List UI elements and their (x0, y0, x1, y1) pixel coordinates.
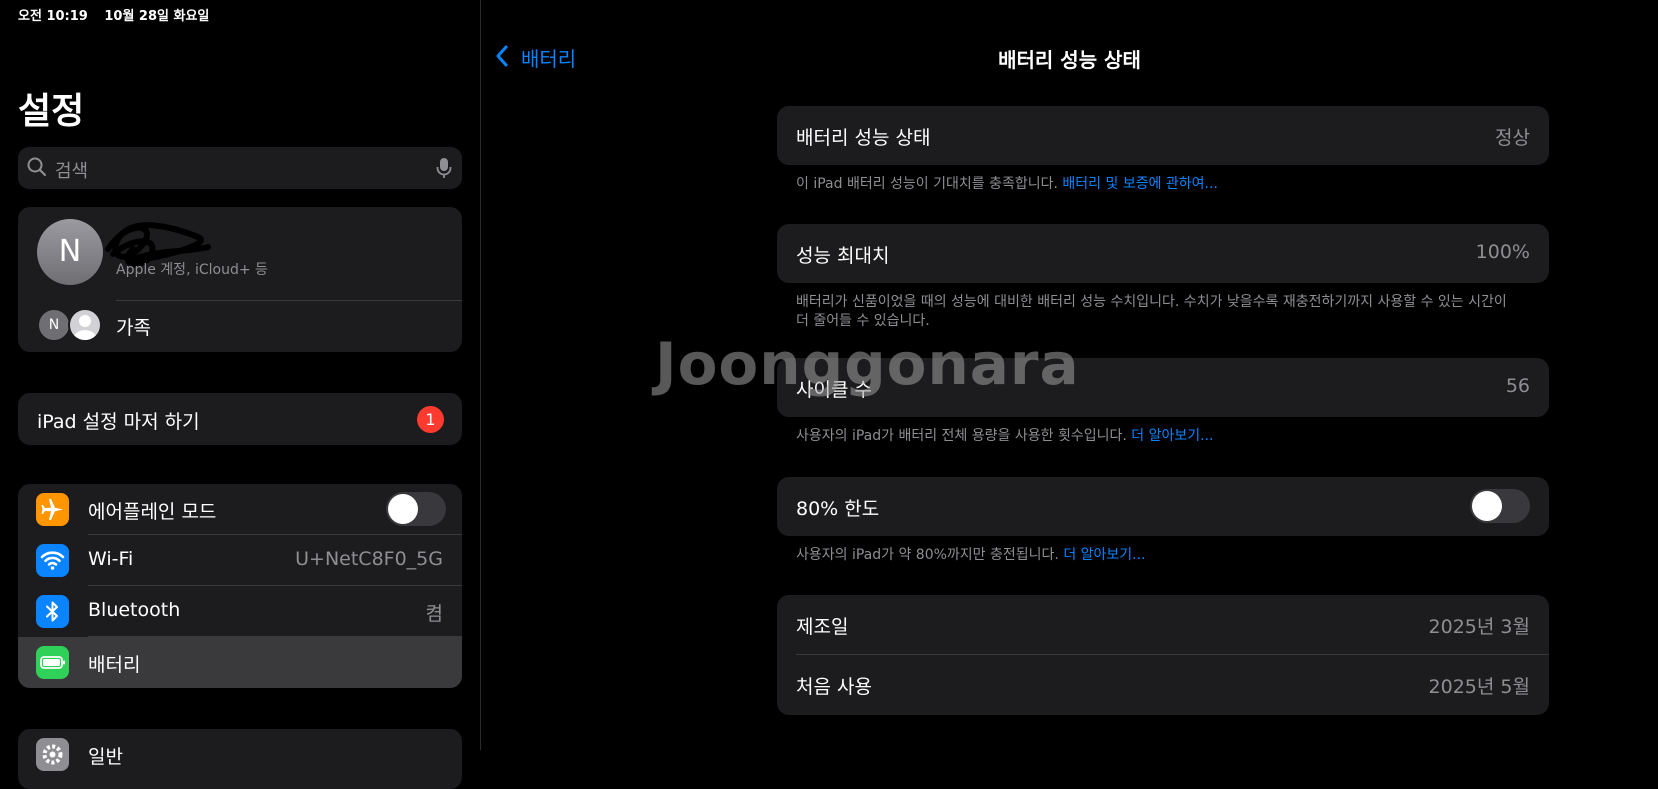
sidebar-item-label: 배터리 (88, 654, 141, 676)
account-subtitle: Apple 계정, iCloud+ 등 (116, 262, 268, 278)
sidebar-item-airplane-mode[interactable]: 에어플레인 모드 (18, 484, 462, 535)
footer-text: 이 iPad 배터리 성능이 기대치를 충족합니다. (796, 176, 1058, 192)
battery-health-row: 배터리 성능 상태 정상 (777, 106, 1549, 165)
notification-badge: 1 (417, 406, 444, 433)
search-placeholder: 검색 (55, 161, 89, 182)
footer-text: 사용자의 iPad가 약 80%까지만 충전됩니다. (796, 547, 1059, 563)
separator (796, 654, 1549, 655)
page-title: 설정 (18, 91, 85, 132)
sidebar-item-bluetooth[interactable]: Bluetooth 켬 (18, 586, 462, 637)
battery-icon (36, 646, 69, 679)
battery-health-label: 배터리 성능 상태 (796, 127, 931, 149)
learn-more-link[interactable]: 더 알아보기... (1063, 547, 1145, 563)
cycle-count-value: 56 (1505, 375, 1530, 397)
learn-more-link[interactable]: 더 알아보기... (1131, 428, 1213, 444)
battery-health-footer: 이 iPad 배터리 성능이 기대치를 충족합니다. 배터리 및 보증에 관하여… (796, 175, 1516, 194)
cycle-count-label: 사이클 수 (796, 379, 872, 401)
person-icon (73, 315, 97, 340)
settings-sidebar: 오전 10:19 10월 28일 화요일 설정 검색 N Apple 계정, i… (0, 0, 480, 789)
battery-health-value: 정상 (1495, 127, 1530, 149)
charge-limit-label: 80% 한도 (796, 498, 880, 520)
toggle-knob (388, 494, 418, 524)
battery-health-detail: 배터리 배터리 성능 상태 배터리 성능 상태 정상 이 iPad 배터리 성능… (481, 0, 1658, 750)
wifi-icon (36, 544, 69, 577)
manufacture-date-value: 2025년 3월 (1428, 616, 1530, 638)
search-field[interactable]: 검색 (18, 147, 462, 189)
battery-warranty-link[interactable]: 배터리 및 보증에 관하여... (1062, 176, 1218, 192)
airplane-icon (36, 493, 69, 526)
max-capacity-row: 성능 최대치 100% (777, 224, 1549, 283)
microphone-icon[interactable] (436, 157, 452, 179)
bluetooth-status: 켬 (425, 603, 443, 625)
finish-setup-label: iPad 설정 마저 하기 (37, 411, 200, 433)
family-avatar-initial: N (37, 308, 71, 342)
wifi-network-name: U+NetC8F0_5G (295, 548, 443, 570)
family-label[interactable]: 가족 (116, 313, 151, 340)
finish-setup-row[interactable]: iPad 설정 마저 하기 1 (18, 393, 462, 445)
manufacture-date-label: 제조일 (796, 616, 849, 638)
max-capacity-label: 성능 최대치 (796, 245, 890, 267)
status-date: 10월 28일 화요일 (104, 9, 210, 24)
general-group: 일반 (18, 729, 462, 789)
airplane-mode-toggle[interactable] (386, 492, 446, 526)
max-capacity-footer: 배터리가 신품이었을 때의 성능에 대비한 배터리 성능 수치입니다. 수치가 … (796, 294, 1507, 329)
sidebar-item-wifi[interactable]: Wi-Fi U+NetC8F0_5G (18, 535, 462, 586)
separator (116, 300, 462, 301)
charge-limit-row: 80% 한도 (777, 477, 1549, 536)
detail-title: 배터리 성능 상태 (998, 48, 1141, 72)
footer-text: 사용자의 iPad가 배터리 전체 용량을 사용한 횟수입니다. (796, 428, 1127, 444)
sidebar-item-label: Bluetooth (88, 599, 181, 621)
sidebar-item-label: 일반 (88, 746, 123, 768)
family-avatar-person (68, 308, 102, 342)
sidebar-item-general[interactable]: 일반 (18, 729, 462, 780)
gear-icon (36, 738, 69, 771)
sidebar-item-label: 에어플레인 모드 (88, 501, 217, 523)
first-use-value: 2025년 5월 (1428, 676, 1530, 698)
bluetooth-icon (36, 595, 69, 628)
cycle-count-row: 사이클 수 56 (777, 358, 1549, 417)
status-time: 오전 10:19 (18, 9, 88, 24)
first-use-label: 처음 사용 (796, 676, 872, 698)
status-bar: 오전 10:19 10월 28일 화요일 (18, 5, 209, 24)
account-card[interactable]: N Apple 계정, iCloud+ 등 N 가족 (18, 207, 462, 352)
sidebar-item-battery[interactable]: 배터리 (18, 637, 462, 688)
toggle-knob (1472, 491, 1502, 521)
battery-info-group: 제조일 2025년 3월 처음 사용 2025년 5월 (777, 595, 1549, 715)
search-icon (27, 157, 47, 177)
connectivity-group: 에어플레인 모드 Wi-Fi U+NetC8F0_5G Bluetooth 켬 … (18, 484, 462, 688)
charge-limit-footer: 사용자의 iPad가 약 80%까지만 충전됩니다. 더 알아보기... (796, 546, 1516, 565)
max-capacity-value: 100% (1475, 241, 1530, 263)
cycle-count-footer: 사용자의 iPad가 배터리 전체 용량을 사용한 횟수입니다. 더 알아보기.… (796, 427, 1516, 446)
charge-limit-toggle[interactable] (1470, 489, 1530, 523)
sidebar-item-label: Wi-Fi (88, 548, 134, 570)
